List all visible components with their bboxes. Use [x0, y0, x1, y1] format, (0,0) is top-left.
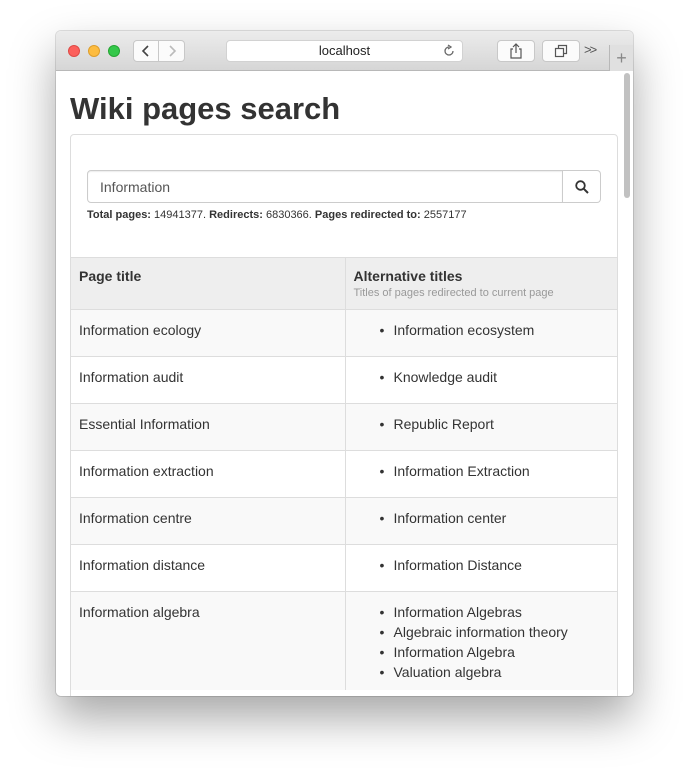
- reload-icon[interactable]: [442, 44, 456, 58]
- share-button[interactable]: [497, 40, 535, 62]
- column-header-alternative-titles: Alternative titles Titles of pages redir…: [344, 257, 617, 310]
- alternative-titles-cell: Information AlgebrasAlgebraic informatio…: [344, 591, 617, 690]
- table-row: Essential Information Republic Report: [71, 403, 617, 451]
- results-table-body: Information ecology Information ecosystem…: [71, 309, 617, 690]
- alternative-titles-list: Republic Report: [380, 414, 610, 434]
- alternative-titles-cell: Information Distance: [344, 544, 617, 592]
- page-title-cell: Information distance: [71, 544, 345, 592]
- page-title-text: Information algebra: [79, 604, 200, 620]
- page-title-cell: Information extraction: [71, 450, 345, 498]
- search-group: [87, 170, 601, 203]
- column-header-label: Alternative titles: [353, 268, 463, 284]
- page-title-text: Information distance: [79, 557, 206, 573]
- alternative-title-item: Valuation algebra: [380, 662, 610, 682]
- page-title: Wiki pages search: [70, 91, 341, 126]
- back-button[interactable]: [133, 40, 159, 62]
- column-header-label: Page title: [79, 268, 142, 284]
- page-title-cell: Essential Information: [71, 403, 345, 451]
- total-pages-label: Total pages:: [87, 209, 151, 221]
- chevron-left-icon: [141, 45, 149, 57]
- alternative-title-item: Information ecosystem: [380, 320, 610, 340]
- alternative-title-item: Information Extraction: [380, 461, 610, 481]
- show-tabs-button[interactable]: [542, 40, 580, 62]
- alternative-titles-list: Information Extraction: [380, 461, 610, 481]
- scrollbar-thumb[interactable]: [624, 73, 630, 198]
- alternative-title-item: Republic Report: [380, 414, 610, 434]
- alternative-titles-cell: Information Extraction: [344, 450, 617, 498]
- table-header-row: Page title Alternative titles Titles of …: [71, 257, 617, 310]
- alternative-titles-list: Knowledge audit: [380, 367, 610, 387]
- alternative-titles-cell: Information ecosystem: [344, 309, 617, 357]
- alternative-titles-list: Information Distance: [380, 555, 610, 575]
- redirects-value: 6830366.: [265, 209, 312, 221]
- alternative-title-item: Information center: [380, 508, 610, 528]
- browser-window: localhost >> + Wiki pages search Total p…: [56, 31, 633, 696]
- table-row: Information distance Information Distance: [71, 544, 617, 592]
- tabs-icon: [554, 44, 568, 58]
- page-title-cell: Information ecology: [71, 309, 345, 357]
- table-row: Information algebra Information AlgebrasA…: [71, 591, 617, 690]
- share-icon: [510, 43, 522, 59]
- search-stats: Total pages: 14941377. Redirects: 683036…: [87, 209, 467, 221]
- page-title-text: Essential Information: [79, 416, 210, 432]
- alternative-title-item: Algebraic information theory: [380, 622, 610, 642]
- search-button[interactable]: [563, 170, 601, 203]
- plus-icon: +: [616, 47, 627, 68]
- forward-button[interactable]: [159, 40, 185, 62]
- chevron-right-icon: [168, 45, 176, 57]
- alternative-titles-list: Information center: [380, 508, 610, 528]
- zoom-window-button[interactable]: [108, 45, 120, 57]
- column-header-page-title: Page title: [71, 257, 345, 310]
- address-bar[interactable]: localhost: [226, 40, 463, 62]
- browser-toolbar: localhost >> +: [56, 31, 633, 71]
- more-toolbar-items-button[interactable]: >>: [584, 42, 597, 57]
- results-table: Page title Alternative titles Titles of …: [71, 257, 617, 690]
- redirected-to-value: 2557177: [423, 209, 467, 221]
- redirects-label: Redirects:: [209, 209, 263, 221]
- table-row: Information extraction Information Extrac…: [71, 450, 617, 498]
- page-title-cell: Information algebra: [71, 591, 345, 690]
- alternative-titles-cell: Knowledge audit: [344, 356, 617, 404]
- minimize-window-button[interactable]: [88, 45, 100, 57]
- search-input[interactable]: [87, 170, 563, 203]
- alternative-title-item: Information Distance: [380, 555, 610, 575]
- page-title-text: Information audit: [79, 369, 184, 385]
- table-row: Information audit Knowledge audit: [71, 356, 617, 404]
- search-panel: Total pages: 14941377. Redirects: 683036…: [70, 134, 618, 696]
- page-title-cell: Information audit: [71, 356, 345, 404]
- page-title-cell: Information centre: [71, 497, 345, 545]
- table-row: Information centre Information center: [71, 497, 617, 545]
- alternative-titles-cell: Information center: [344, 497, 617, 545]
- alternative-title-item: Information Algebra: [380, 642, 610, 662]
- alternative-titles-list: Information AlgebrasAlgebraic informatio…: [380, 602, 610, 682]
- alternative-title-item: Information Algebras: [380, 602, 610, 622]
- column-header-subtitle: Titles of pages redirected to current pa…: [353, 287, 554, 299]
- address-bar-url: localhost: [318, 43, 371, 58]
- alternative-titles-list: Information ecosystem: [380, 320, 610, 340]
- new-tab-button[interactable]: +: [609, 45, 633, 71]
- redirected-to-label: Pages redirected to:: [314, 209, 421, 221]
- alternative-title-item: Knowledge audit: [380, 367, 610, 387]
- page-content: Wiki pages search Total pages: 14941377.…: [56, 71, 633, 696]
- close-window-button[interactable]: [68, 45, 80, 57]
- search-icon: [574, 179, 589, 194]
- page-title-text: Information ecology: [79, 322, 202, 338]
- total-pages-value: 14941377.: [154, 209, 207, 221]
- alternative-titles-cell: Republic Report: [344, 403, 617, 451]
- page-title-text: Information extraction: [79, 463, 214, 479]
- page-title-text: Information centre: [79, 510, 192, 526]
- table-row: Information ecology Information ecosystem: [71, 309, 617, 357]
